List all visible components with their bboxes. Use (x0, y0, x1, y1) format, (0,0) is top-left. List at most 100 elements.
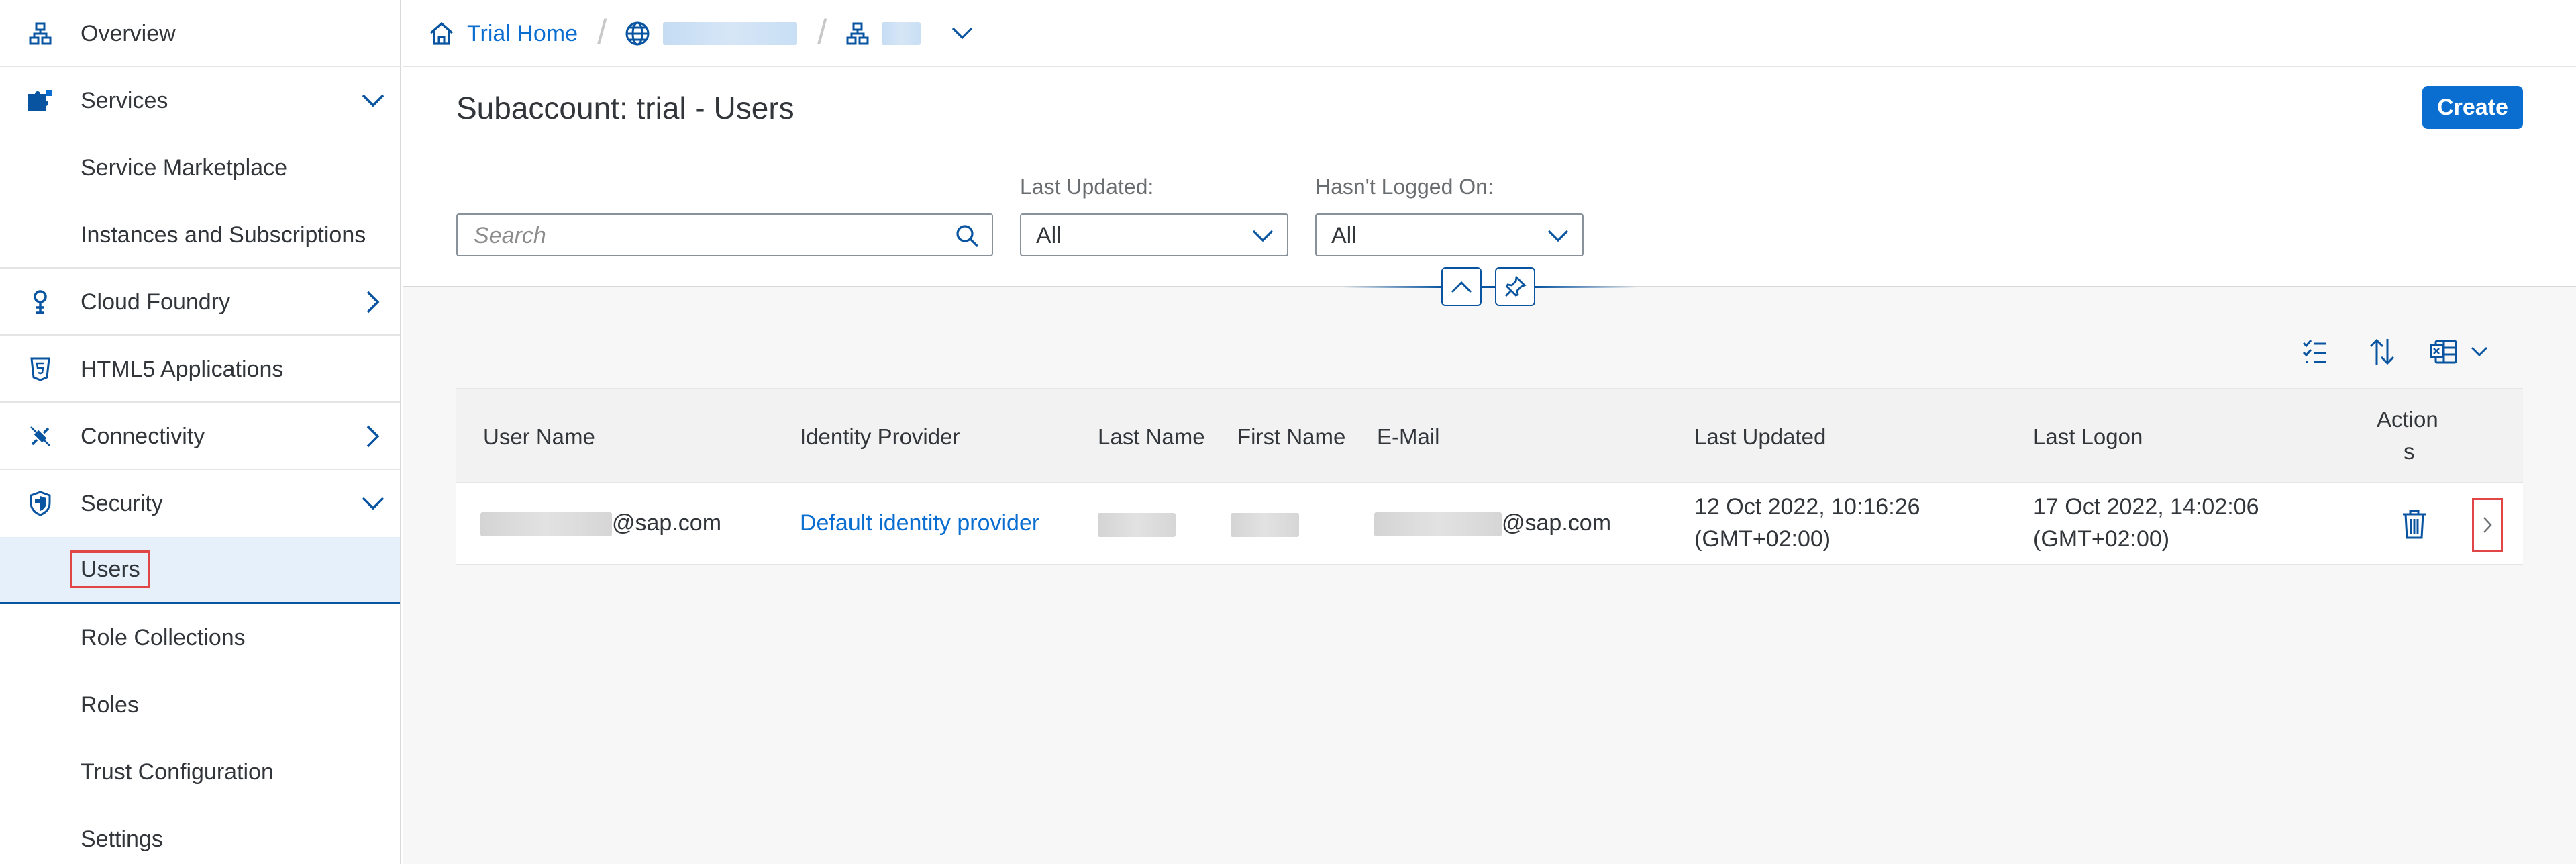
last-updated-date: 12 Oct 2022, 10:16:26 (1694, 494, 1920, 520)
shield-icon (25, 490, 55, 517)
delete-icon[interactable] (2401, 509, 2428, 543)
identity-provider-link[interactable]: Default identity provider (800, 510, 1039, 536)
home-icon (428, 21, 455, 46)
search-icon[interactable] (956, 224, 980, 252)
users-table: User Name Identity Provider Last Name Fi… (456, 388, 2523, 565)
search-input[interactable] (474, 222, 930, 250)
chevron-down-icon[interactable] (951, 27, 973, 40)
sidebar-item-html5-applications[interactable]: HTML5 Applications (0, 336, 400, 403)
pin-icon (1504, 275, 1527, 298)
sidebar-item-connectivity[interactable]: Connectivity (0, 403, 400, 470)
global-account-name-redacted (663, 22, 797, 45)
sort-button[interactable] (2362, 333, 2402, 371)
chevron-up-icon (1451, 280, 1472, 293)
last-name-redacted (1098, 513, 1176, 537)
sidebar-item-overview[interactable]: Overview (0, 0, 400, 67)
connectivity-icon (25, 423, 55, 450)
sidebar-item-instances-subscriptions[interactable]: Instances and Subscriptions (0, 201, 400, 269)
sidebar-item-label: Security (81, 490, 163, 516)
subaccount-name-redacted (882, 22, 921, 45)
breadcrumb-separator: / (817, 13, 827, 52)
collapse-header-button[interactable] (1441, 267, 1482, 306)
chevron-right-icon[interactable] (358, 422, 388, 451)
sidebar-item-services[interactable]: Services (0, 67, 400, 134)
sidebar-item-label: Settings (81, 826, 163, 852)
column-header-first-name[interactable]: First Name (1237, 424, 1345, 450)
sidebar-item-label: Roles (81, 691, 139, 718)
column-header-actions: Action (2377, 407, 2438, 432)
breadcrumb: Trial Home / / (403, 0, 2576, 67)
breadcrumb-subaccount[interactable] (845, 17, 973, 50)
sidebar-item-service-marketplace[interactable]: Service Marketplace (0, 134, 400, 201)
last-logon-date: 17 Oct 2022, 14:02:06 (2033, 494, 2259, 520)
multi-select-icon (2302, 338, 2328, 365)
hierarchy-icon (845, 21, 870, 46)
sidebar-item-role-collections[interactable]: Role Collections (0, 604, 400, 671)
chevron-down-icon (1547, 226, 1569, 249)
column-header-identity-provider[interactable]: Identity Provider (800, 424, 960, 450)
sidebar-item-label: Service Marketplace (81, 154, 288, 181)
hasnt-logged-on-select[interactable]: All (1315, 213, 1584, 256)
sidebar-item-label: Role Collections (81, 624, 246, 651)
content-area (403, 287, 2576, 864)
page-title: Subaccount: trial - Users (456, 91, 794, 126)
first-name-redacted (1231, 513, 1299, 537)
column-header-email[interactable]: E-Mail (1377, 424, 1440, 450)
chevron-down-icon[interactable] (358, 86, 388, 115)
last-updated-timezone: (GMT+02:00) (1694, 526, 1831, 552)
collapse-line-right (1537, 286, 1637, 288)
sidebar-item-cloud-foundry[interactable]: Cloud Foundry (0, 269, 400, 336)
sidebar-item-settings[interactable]: Settings (0, 806, 400, 864)
column-header-last-name[interactable]: Last Name (1098, 424, 1205, 450)
last-updated-value: All (1036, 223, 1062, 248)
hasnt-logged-on-value: All (1331, 223, 1357, 248)
create-button[interactable]: Create (2422, 86, 2523, 129)
sidebar-item-security[interactable]: Security (0, 470, 400, 537)
table-header: User Name Identity Provider Last Name Fi… (456, 388, 2523, 483)
breadcrumb-separator: / (597, 13, 607, 52)
sidebar-item-label: Connectivity (81, 423, 205, 449)
sidebar-item-label: Services (81, 87, 168, 113)
export-icon (2429, 338, 2459, 365)
chevron-down-icon (1252, 226, 1274, 249)
chevron-down-icon[interactable] (358, 489, 388, 518)
last-updated-select[interactable]: All (1020, 213, 1288, 256)
chevron-right-icon (2483, 516, 2492, 534)
chevron-right-icon[interactable] (358, 287, 388, 317)
user-name-cell: @sap.com (480, 510, 722, 537)
email-cell: @sap.com (1374, 510, 1612, 537)
sidebar-item-users[interactable]: Users (0, 537, 400, 604)
highlight-box (70, 550, 150, 588)
column-header-user-name[interactable]: User Name (483, 424, 595, 450)
puzzle-icon (25, 87, 55, 114)
last-updated-label: Last Updated: (1020, 175, 1154, 199)
hasnt-logged-on-label: Hasn't Logged On: (1315, 175, 1494, 199)
sidebar-item-label: HTML5 Applications (81, 356, 284, 382)
sidebar: Overview Services Service Marketplace In… (0, 0, 401, 864)
user-name-suffix: @sap.com (612, 510, 722, 536)
sidebar-item-label: Cloud Foundry (81, 289, 231, 315)
column-header-actions-wrap: s (2404, 439, 2415, 464)
pin-header-button[interactable] (1495, 267, 1535, 306)
table-row[interactable]: @sap.com Default identity provider @sap.… (456, 483, 2523, 565)
breadcrumb-home-label: Trial Home (467, 20, 578, 46)
sidebar-item-label: Instances and Subscriptions (81, 222, 366, 248)
breadcrumb-global-account[interactable] (624, 17, 797, 50)
sidebar-item-trust-configuration[interactable]: Trust Configuration (0, 738, 400, 806)
email-suffix: @sap.com (1502, 510, 1612, 536)
search-field[interactable] (456, 213, 993, 256)
sort-icon (2369, 338, 2395, 366)
last-logon-timezone: (GMT+02:00) (2033, 526, 2170, 552)
chevron-down-icon (2471, 346, 2488, 357)
row-navigation-button[interactable] (2472, 498, 2503, 552)
globe-icon (624, 20, 651, 47)
user-name-redacted (480, 512, 612, 537)
column-header-last-logon[interactable]: Last Logon (2033, 424, 2143, 450)
sidebar-item-label: Trust Configuration (81, 759, 274, 785)
column-header-last-updated[interactable]: Last Updated (1694, 424, 1826, 450)
select-multiple-button[interactable] (2295, 333, 2335, 371)
export-button[interactable] (2429, 333, 2499, 371)
cloud-foundry-icon (25, 289, 55, 316)
sidebar-item-roles[interactable]: Roles (0, 671, 400, 738)
breadcrumb-home[interactable]: Trial Home (428, 17, 578, 50)
